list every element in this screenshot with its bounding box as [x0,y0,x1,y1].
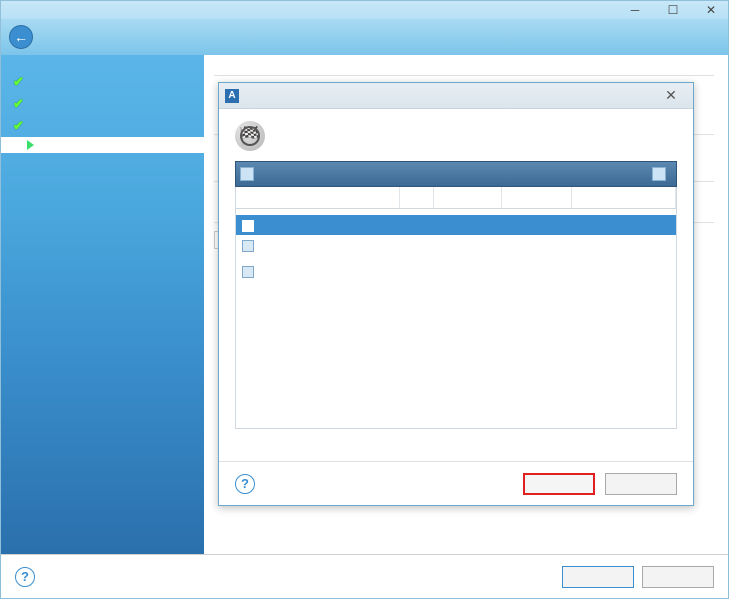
wizard-header: ← [1,19,728,55]
next-button[interactable] [562,566,634,588]
cell-capacity [434,242,502,248]
col-capacity[interactable] [434,187,502,208]
minimize-button[interactable]: ─ [622,3,648,17]
col-free-space[interactable] [502,187,572,208]
cell-free [502,268,572,274]
partition-table [235,187,677,429]
table-row-unallocated[interactable] [236,215,676,235]
cancel-button-wizard[interactable] [642,566,714,588]
outer-window-controls: ─ ☐ ✕ [1,1,728,19]
checkmark-icon: ✔ [13,96,24,112]
back-icon[interactable]: ← [9,25,33,49]
table-header [236,187,676,209]
sidebar-item-archive-selection[interactable]: ✔ [1,71,204,93]
cell-flags [400,222,434,228]
arrow-icon [27,140,34,150]
cell-capacity [434,268,502,274]
checkmark-icon: ✔ [13,74,24,90]
sidebar-item-finish[interactable] [1,159,204,165]
partition-icon [242,266,254,278]
maximize-button[interactable]: ☐ [660,3,686,17]
close-button[interactable]: ✕ [698,3,724,17]
sidebar: ✔ ✔ ✔ [1,55,204,554]
cell-type [572,268,676,274]
cell-flags [400,268,434,274]
dialog-header: 🏁 [219,109,693,161]
dialog-help-icon[interactable]: ? [235,474,255,494]
dialog-buttons [523,473,677,495]
cell-flags [400,242,434,248]
dialog-footer: ? [219,461,693,505]
accept-button[interactable] [523,473,595,495]
col-partition[interactable] [236,187,400,208]
cell-type [572,242,676,248]
dialog-toolbar [235,161,677,187]
dialog-titlebar[interactable]: A ✕ [219,83,693,109]
partition-icon [242,240,254,252]
sidebar-item-recovery-method[interactable]: ✔ [1,93,204,115]
choose-columns-icon [652,167,666,181]
app-icon: A [225,89,239,103]
dialog-content [219,161,693,461]
col-flags[interactable] [400,187,434,208]
partition-icon [242,220,254,232]
checkmark-icon: ✔ [13,118,24,134]
disk-properties-icon [240,167,254,181]
flag-icon: 🏁 [235,121,265,151]
cell-capacity [434,222,502,228]
sidebar-item-settings-partition-e[interactable] [1,137,204,153]
table-row-fat32-g[interactable] [236,261,676,281]
cell-free [502,222,572,228]
sidebar-heading [1,61,204,71]
help-icon[interactable]: ? [15,567,35,587]
wizard-buttons [562,566,714,588]
col-type[interactable] [572,187,676,208]
cell-type [572,222,676,228]
cancel-button-dialog[interactable] [605,473,677,495]
table-row-ntfs-d[interactable] [236,235,676,255]
cell-free [502,242,572,248]
sidebar-item-what-to-recover[interactable]: ✔ [1,115,204,137]
partition-destination-dialog: A ✕ 🏁 [218,82,694,506]
wizard-footer: ? [1,554,728,598]
dialog-close-icon[interactable]: ✕ [655,86,687,106]
